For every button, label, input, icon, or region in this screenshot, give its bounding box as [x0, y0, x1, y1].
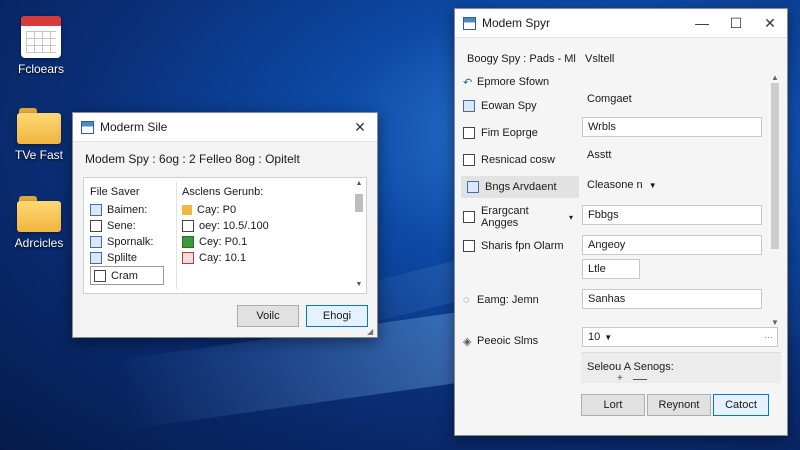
clipboard-icon — [463, 100, 475, 112]
list-item[interactable]: Spornalk: — [90, 234, 175, 250]
main-titlebar[interactable]: Modem Spyr — ☐ ✕ — [455, 9, 787, 38]
reynont-button[interactable]: Reynont — [647, 394, 711, 416]
scroll-down-icon[interactable]: ▼ — [354, 281, 364, 291]
list-item[interactable]: oey: 10.5/.100 — [182, 218, 342, 234]
file-saver-list: File Saver Baimen: Sene: Spornalk: Splil… — [90, 184, 175, 285]
wrbls-field[interactable]: Wrbls — [582, 117, 762, 137]
lort-button[interactable]: Lort — [581, 394, 645, 416]
desktop-icon-label: Adrcicles — [14, 236, 64, 250]
fbbgs-field[interactable]: Fbbgs — [582, 205, 762, 225]
comgaet-label: Comgaet — [587, 93, 632, 105]
sidebar-item-resnicad-cosw[interactable]: Resnicad cosw — [463, 149, 573, 171]
close-icon[interactable]: ✕ — [343, 113, 377, 141]
asstt-label: Asstt — [587, 149, 612, 161]
list-item[interactable]: Baimen: — [90, 202, 175, 218]
list-item[interactable]: Sene: — [90, 218, 175, 234]
modem-spyr-window: Modem Spyr — ☐ ✕ Boogy Spy : Pads - Ml V… — [454, 8, 788, 436]
app-icon — [81, 120, 94, 134]
asclens-list: Asclens Gerunb: Cay: P0 oey: 10.5/.100 C… — [182, 184, 342, 266]
app-icon — [463, 16, 476, 30]
scroll-down-icon[interactable]: ▼ — [769, 318, 781, 327]
desktop-icon-tve-fast[interactable]: TVe Fast — [4, 108, 74, 162]
list-header: Asclens Gerunb: — [182, 186, 264, 198]
folder-icon — [17, 196, 61, 232]
sidebar-item-fim-eoprge[interactable]: Fim Eoprge — [463, 122, 573, 144]
sidebar-item-epmore-sfown[interactable]: ↶ Epmore Sfown — [463, 71, 573, 93]
green-status-icon — [182, 236, 194, 248]
ehogi-button[interactable]: Ehogi — [306, 305, 368, 327]
desktop-icon-label: TVe Fast — [14, 148, 64, 162]
panel-scrollbar[interactable]: ▲ ▼ — [354, 180, 364, 291]
list-item[interactable]: Splilte — [90, 250, 175, 266]
sidebar-item-sharis-fpn-olarm[interactable]: Sharis fpn Olarm — [463, 235, 573, 257]
calendar-icon — [467, 181, 479, 193]
checkbox-icon — [463, 127, 475, 139]
dialog-heading: Modem Spy : 6og : 2 Felleo 8og : Opitelt — [85, 152, 300, 166]
desktop-icon-adrcicles[interactable]: Adrcicles — [4, 196, 74, 250]
sidebar-item-peeoic-slms[interactable]: ◈ Peeoic Slms — [463, 330, 573, 352]
folder-icon — [182, 205, 192, 215]
sidebar-item-bngs-arvdaent[interactable]: Bngs Arvdaent — [461, 176, 579, 198]
checkbox-icon — [94, 269, 106, 282]
chevron-down-icon[interactable]: ▾ — [569, 213, 573, 222]
seleou-section: Seleou A Senogs: + — [581, 352, 781, 384]
calendar-icon — [21, 16, 61, 58]
list-item[interactable]: Cay: P0 — [182, 202, 342, 218]
resize-grip-icon[interactable]: ◢ — [367, 327, 375, 336]
scrollbar-thumb[interactable] — [771, 83, 779, 249]
more-icon: ⋯ — [764, 331, 773, 342]
list-item[interactable]: Cay: 10.1 — [182, 250, 342, 266]
list-icon — [463, 211, 475, 223]
number-select[interactable]: 10 ▼ ⋯ — [582, 327, 778, 347]
nav-header: Boogy Spy : Pads - Ml — [467, 53, 576, 65]
ltle-field[interactable]: Ltle — [582, 259, 640, 279]
minimize-icon[interactable]: — — [685, 9, 719, 37]
document-icon — [90, 236, 102, 248]
section-label: Seleou A Senogs: — [587, 361, 674, 373]
column-divider — [176, 182, 177, 289]
bulb-icon: ◌ — [463, 294, 470, 306]
sidebar-item-eowan-spy[interactable]: Eowan Spy — [463, 95, 573, 117]
sidebar-item-erargcant-angges[interactable]: Erargcant Angges ▾ — [463, 205, 573, 229]
document-icon — [90, 252, 102, 264]
checkbox-icon — [463, 154, 475, 166]
list-item-selected[interactable]: Cram — [90, 266, 164, 285]
list-item[interactable]: Cey: P0.1 — [182, 234, 342, 250]
document-icon — [90, 204, 102, 216]
red-document-icon — [182, 252, 194, 264]
maximize-icon[interactable]: ☐ — [719, 9, 753, 37]
folder-icon — [17, 108, 61, 144]
dialog-panel: File Saver Baimen: Sene: Spornalk: Splil… — [83, 177, 367, 294]
voilc-button[interactable]: Voilc — [237, 305, 299, 327]
sanhas-field[interactable]: Sanhas — [582, 289, 762, 309]
checkbox-icon — [182, 220, 194, 232]
close-icon[interactable]: ✕ — [753, 9, 787, 37]
desktop-icon-fcloears[interactable]: Fcloears — [6, 16, 76, 76]
dialog-title: Moderm Sile — [100, 120, 168, 134]
checkbox-icon — [90, 220, 102, 232]
chevron-down-icon: ▼ — [604, 332, 613, 342]
catoct-button[interactable]: Catoct — [713, 394, 769, 416]
angeoy-field[interactable]: Angeoy — [582, 235, 762, 255]
scroll-up-icon[interactable]: ▲ — [354, 180, 364, 190]
desktop-icon-label: Fcloears — [17, 62, 64, 76]
cleasone-dropdown[interactable]: Cleasone n ▼ — [587, 179, 657, 191]
back-arrow-icon: ↶ — [463, 76, 473, 89]
window-title: Modem Spyr — [482, 16, 551, 30]
chevron-down-icon: ▼ — [648, 181, 657, 190]
plus-icon[interactable]: + — [617, 373, 623, 384]
minus-icon[interactable] — [633, 379, 647, 380]
sidebar-item-eamg-jemn[interactable]: ◌ Eamg: Jemn — [463, 289, 573, 311]
diamond-icon: ◈ — [463, 335, 472, 348]
content-scrollbar[interactable]: ▲ ▼ — [769, 73, 781, 327]
dialog-titlebar[interactable]: Moderm Sile ✕ — [73, 113, 377, 142]
list-header: File Saver — [90, 186, 140, 198]
content-header: Vsltell — [585, 53, 615, 65]
modem-sile-dialog: Moderm Sile ✕ Modem Spy : 6og : 2 Felleo… — [72, 112, 378, 338]
list-icon — [463, 240, 475, 252]
scrollbar-thumb[interactable] — [355, 194, 363, 212]
scroll-up-icon[interactable]: ▲ — [769, 73, 781, 82]
